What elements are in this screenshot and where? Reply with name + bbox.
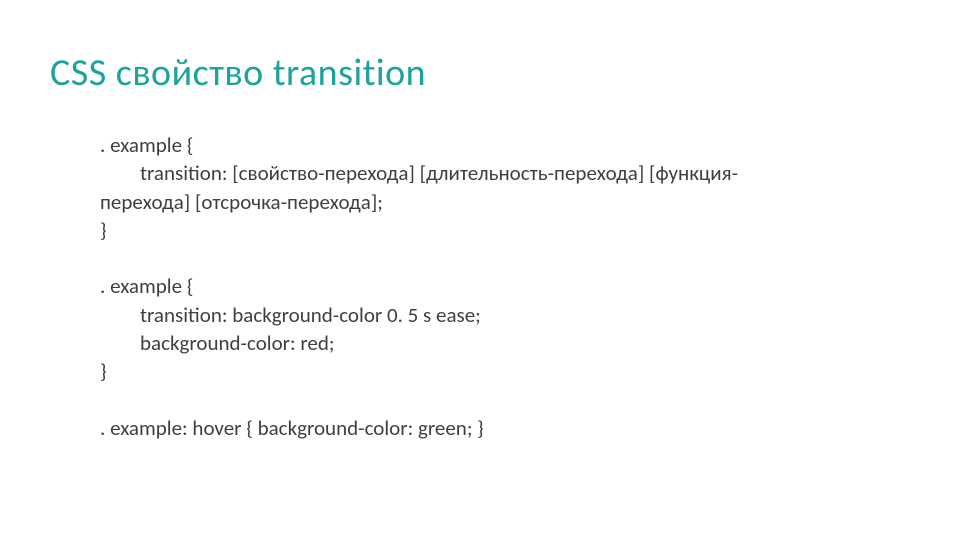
property-line-wrap: перехода] [отсрочка-перехода]; <box>100 188 900 216</box>
hover-rule: . example: hover { background-color: gre… <box>100 414 900 442</box>
close-line: } <box>100 357 900 385</box>
selector-dot: . <box>100 132 110 158</box>
code-example-3: . example: hover { background-color: gre… <box>50 414 900 442</box>
slide-title: CSS свойство transition <box>50 50 900 96</box>
close-brace: } <box>100 217 107 243</box>
selector-dot: . <box>100 415 110 441</box>
open-brace: { <box>182 132 193 158</box>
transition-property: transition: <box>140 302 232 328</box>
property-line: transition: background-color 0. 5 s ease… <box>100 301 900 329</box>
open-brace: { <box>182 273 193 299</box>
close-line: } <box>100 216 900 244</box>
selector-name: example: hover <box>110 415 241 441</box>
close-brace: } <box>100 358 107 384</box>
transition-value-part1: [свойство-перехода] [длительность-перехо… <box>232 160 738 186</box>
selector-name: example <box>110 132 182 158</box>
code-example-1: . example { transition: [свойство-перехо… <box>50 131 900 244</box>
close-brace: } <box>472 415 483 441</box>
property-line: transition: [свойство-перехода] [длитель… <box>100 159 900 187</box>
selector-dot: . <box>100 273 110 299</box>
selector-line: . example { <box>100 131 900 159</box>
open-brace: { <box>241 415 257 441</box>
bgcolor-property: background-color: <box>140 330 300 356</box>
bgcolor-property: background-color: <box>258 415 418 441</box>
transition-property: transition: <box>140 160 232 186</box>
selector-line: . example { <box>100 272 900 300</box>
bgcolor-value: red; <box>300 330 334 356</box>
selector-name: example <box>110 273 182 299</box>
code-example-2: . example { transition: background-color… <box>50 272 900 385</box>
transition-value: background-color 0. 5 s ease; <box>232 302 481 328</box>
property-line: background-color: red; <box>100 329 900 357</box>
transition-value-part2: перехода] [отсрочка-перехода]; <box>100 189 383 215</box>
bgcolor-value: green; <box>418 415 472 441</box>
